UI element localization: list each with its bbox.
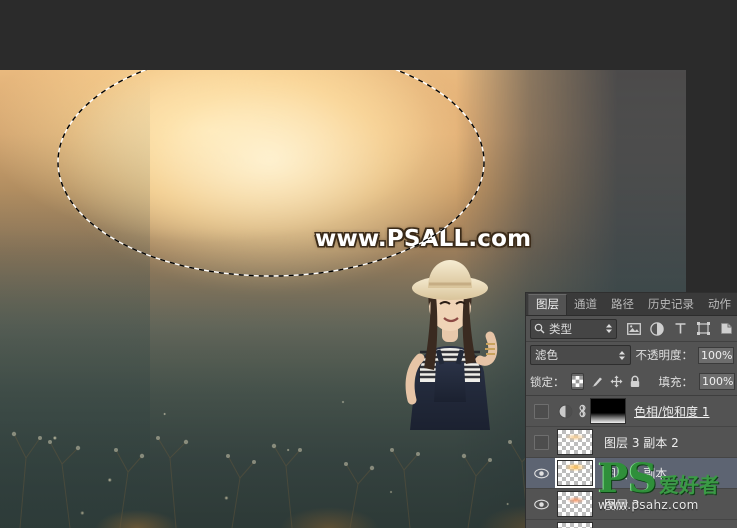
- eye-visible-icon: [533, 468, 549, 478]
- thumb-glow: [558, 523, 592, 528]
- blend-mode-value: 滤色: [535, 348, 558, 362]
- adjustment-layer-filter-icon[interactable]: [649, 321, 665, 337]
- hue-saturation-adjustment-icon[interactable]: [554, 404, 576, 419]
- blend-mode-row[interactable]: 滤色 不透明度： 100%: [526, 342, 737, 368]
- lock-transparent-pixels-icon[interactable]: [570, 373, 584, 390]
- panel-tab-bar[interactable]: 图层 通道 路径 历史记录 动作: [526, 293, 737, 316]
- search-icon: [534, 323, 545, 334]
- layer-visibility-toggle[interactable]: [528, 427, 554, 457]
- lock-position-icon[interactable]: [610, 374, 623, 389]
- tab-history[interactable]: 历史记录: [641, 295, 701, 315]
- layer-visibility-toggle[interactable]: [528, 489, 554, 519]
- layers-panel[interactable]: 图层 通道 路径 历史记录 动作 类型 滤色 不透明度： 100% 锁定： 填充…: [525, 292, 737, 528]
- layer-list[interactable]: 色相/饱和度 1 图层 3 副本 2 图层 3 副本 图层 3: [526, 396, 737, 528]
- updown-arrows-icon[interactable]: [618, 350, 626, 361]
- opacity-value[interactable]: 100%: [698, 346, 734, 364]
- layer-visibility-toggle[interactable]: [528, 520, 554, 528]
- layer-mask-thumbnail[interactable]: [590, 398, 626, 424]
- layer-name[interactable]: 图层 3 副本: [596, 465, 667, 482]
- layer-thumbnail-cell[interactable]: [554, 491, 596, 517]
- pixel-layer-filter-icon[interactable]: [626, 321, 642, 337]
- layer-row[interactable]: 图层 1: [526, 520, 737, 528]
- layer-thumbnail-cell[interactable]: [554, 522, 596, 528]
- layer-name[interactable]: 图层 3 副本 2: [596, 434, 679, 451]
- thumb-glow: [558, 461, 592, 485]
- eye-visible-icon: [533, 499, 549, 509]
- layer-row[interactable]: 色相/饱和度 1: [526, 396, 737, 427]
- shape-layer-filter-icon[interactable]: [695, 321, 711, 337]
- lock-label: 锁定：: [530, 374, 565, 389]
- layer-name[interactable]: 色相/饱和度 1: [626, 403, 710, 420]
- blend-mode-select[interactable]: 滤色: [530, 345, 631, 365]
- mask-link-icon[interactable]: [576, 404, 588, 418]
- layer-thumbnail[interactable]: [557, 491, 593, 517]
- filter-kind-select[interactable]: 类型: [530, 318, 617, 339]
- layer-thumbnail-cell[interactable]: [554, 458, 596, 488]
- photoshop-window: www.PSALL.com 图层 通道 路径 历史记录 动作 类型 滤色 不透明…: [0, 0, 737, 528]
- layer-thumbnail[interactable]: [557, 429, 593, 455]
- tab-paths[interactable]: 路径: [604, 295, 641, 315]
- opacity-label: 不透明度：: [635, 348, 694, 362]
- layer-row[interactable]: 图层 3: [526, 489, 737, 520]
- layer-filter-bar[interactable]: 类型: [526, 316, 737, 342]
- layer-thumbnail[interactable]: [557, 522, 593, 528]
- photo-subject-woman: [405, 260, 498, 430]
- layer-thumbnail[interactable]: [555, 458, 595, 488]
- layer-visibility-toggle[interactable]: [528, 396, 554, 426]
- fill-label: 填充：: [658, 374, 694, 389]
- layer-row[interactable]: 图层 3 副本 2: [526, 427, 737, 458]
- layer-row[interactable]: 图层 3 副本: [526, 458, 737, 489]
- lock-image-pixels-icon[interactable]: [590, 374, 604, 389]
- eye-hidden-icon: [533, 434, 549, 450]
- layer-thumbnail-cell[interactable]: [554, 429, 596, 455]
- image-watermark: www.PSALL.com: [315, 226, 532, 252]
- tab-layers[interactable]: 图层: [528, 294, 567, 315]
- thumb-glow: [558, 430, 592, 454]
- updown-arrows-icon[interactable]: [605, 323, 613, 334]
- fill-value[interactable]: 100%: [699, 373, 735, 390]
- layer-name[interactable]: 图层 3: [596, 496, 639, 513]
- tab-actions[interactable]: 动作: [701, 295, 737, 315]
- smart-object-filter-icon[interactable]: [718, 321, 734, 337]
- thumb-glow: [558, 492, 592, 516]
- filter-type-icons[interactable]: [626, 321, 734, 337]
- type-layer-filter-icon[interactable]: [672, 321, 688, 337]
- eye-hidden-icon: [533, 403, 549, 419]
- tab-channels[interactable]: 通道: [567, 295, 604, 315]
- lock-row[interactable]: 锁定： 填充： 100%: [526, 368, 737, 396]
- layer-visibility-toggle[interactable]: [528, 458, 554, 488]
- lock-all-icon[interactable]: [629, 374, 641, 389]
- filter-kind-label: 类型: [549, 321, 572, 336]
